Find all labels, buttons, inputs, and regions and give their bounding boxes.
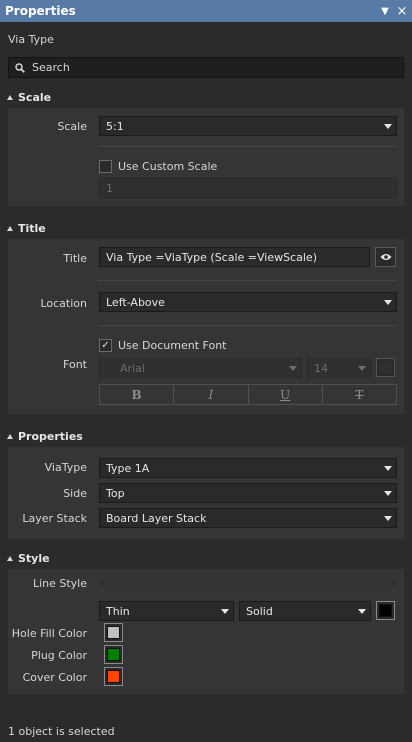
font-family-value: Arial bbox=[120, 361, 145, 375]
plug-color-label: Plug Color bbox=[31, 649, 87, 662]
section-properties-title: Properties bbox=[18, 430, 83, 443]
chevron-down-icon bbox=[221, 608, 229, 614]
strikethrough-button[interactable]: T bbox=[323, 385, 396, 404]
object-type-label: Via Type bbox=[8, 33, 54, 46]
chevron-down-icon bbox=[384, 465, 392, 471]
scale-select-value: 5:1 bbox=[106, 119, 124, 133]
search-icon bbox=[15, 62, 25, 73]
line-weight-value: Thin bbox=[106, 604, 130, 618]
underline-button[interactable]: U bbox=[249, 385, 323, 404]
location-select[interactable]: Left-Above bbox=[99, 292, 397, 312]
viatype-select[interactable]: Type 1A bbox=[99, 458, 397, 478]
section-style-header[interactable]: Style bbox=[7, 552, 50, 565]
section-scale-title: Scale bbox=[18, 91, 52, 104]
font-family-select[interactable]: Arial bbox=[99, 358, 302, 378]
checkbox-checked-icon: ✓ bbox=[99, 339, 112, 352]
section-scale-header[interactable]: Scale bbox=[7, 91, 51, 104]
line-weight-select[interactable]: Thin bbox=[99, 601, 234, 621]
line-color-swatch[interactable] bbox=[376, 601, 395, 620]
custom-scale-value: 1 bbox=[106, 181, 113, 195]
pin-icon[interactable]: ▼ bbox=[378, 6, 392, 17]
use-custom-scale-label: Use Custom Scale bbox=[118, 160, 218, 173]
eye-icon bbox=[380, 254, 391, 260]
divider bbox=[98, 325, 396, 326]
chevron-down-icon bbox=[358, 365, 366, 371]
divider bbox=[98, 146, 396, 147]
side-select-value: Top bbox=[106, 486, 125, 500]
layer-stack-select-value: Board Layer Stack bbox=[106, 511, 207, 525]
plug-color-fill bbox=[107, 648, 120, 661]
viatype-label: ViaType bbox=[44, 461, 87, 474]
viatype-select-value: Type 1A bbox=[106, 461, 150, 475]
close-icon[interactable]: × bbox=[392, 4, 412, 19]
line-type-select[interactable]: Solid bbox=[239, 601, 371, 621]
title-label: Title bbox=[63, 252, 87, 265]
panel-title: Properties bbox=[5, 4, 76, 18]
font-size-value: 14 bbox=[314, 361, 328, 375]
use-custom-scale-checkbox[interactable]: Use Custom Scale bbox=[99, 160, 217, 173]
chevron-down-icon bbox=[289, 365, 297, 371]
line-color-fill bbox=[379, 604, 392, 617]
hole-fill-color-fill bbox=[107, 626, 120, 639]
status-bar-text: 1 object is selected bbox=[8, 725, 115, 738]
italic-button[interactable]: I bbox=[174, 385, 249, 404]
line-style-label: Line Style bbox=[32, 577, 87, 590]
chevron-down-icon bbox=[384, 123, 392, 129]
title-visibility-button[interactable] bbox=[375, 247, 396, 267]
section-title-header[interactable]: Title bbox=[7, 222, 46, 235]
cover-color-swatch[interactable] bbox=[104, 667, 123, 686]
layer-stack-label: Layer Stack bbox=[22, 512, 87, 525]
cover-color-fill bbox=[107, 670, 120, 683]
font-style-toolbar: B I U T bbox=[99, 384, 397, 405]
search-input[interactable]: Search bbox=[8, 57, 404, 78]
chevron-down-icon bbox=[384, 515, 392, 521]
title-input[interactable]: Via Type =ViaType (Scale =ViewScale) bbox=[99, 247, 370, 267]
font-color-swatch[interactable] bbox=[376, 358, 395, 377]
collapse-icon bbox=[7, 434, 13, 439]
collapse-icon bbox=[7, 556, 13, 561]
side-label: Side bbox=[63, 487, 87, 500]
section-title-title: Title bbox=[18, 222, 46, 235]
plug-color-swatch[interactable] bbox=[104, 645, 123, 664]
cover-color-label: Cover Color bbox=[22, 671, 87, 684]
chevron-down-icon bbox=[358, 608, 366, 614]
use-document-font-label: Use Document Font bbox=[118, 339, 227, 352]
font-color-fill bbox=[379, 361, 392, 374]
use-document-font-checkbox[interactable]: ✓ Use Document Font bbox=[99, 339, 226, 352]
side-select[interactable]: Top bbox=[99, 483, 397, 503]
line-style-preview bbox=[99, 578, 397, 586]
hole-fill-color-label: Hole Fill Color bbox=[11, 627, 87, 640]
checkbox-box bbox=[99, 160, 112, 173]
location-label: Location bbox=[40, 297, 87, 310]
search-placeholder: Search bbox=[32, 61, 70, 74]
scale-label: Scale bbox=[57, 120, 87, 133]
layer-stack-select[interactable]: Board Layer Stack bbox=[99, 508, 397, 528]
chevron-down-icon bbox=[384, 490, 392, 496]
location-select-value: Left-Above bbox=[106, 295, 165, 309]
font-size-select[interactable]: 14 bbox=[307, 358, 371, 378]
divider bbox=[98, 280, 396, 281]
section-properties-header[interactable]: Properties bbox=[7, 430, 83, 443]
collapse-icon bbox=[7, 226, 13, 231]
panel-titlebar: Properties ▼ × bbox=[0, 0, 412, 22]
scale-select[interactable]: 5:1 bbox=[99, 116, 397, 136]
section-style-title: Style bbox=[18, 552, 50, 565]
collapse-icon bbox=[7, 95, 13, 100]
custom-scale-input[interactable]: 1 bbox=[99, 178, 397, 198]
title-input-value: Via Type =ViaType (Scale =ViewScale) bbox=[106, 250, 317, 264]
bold-button[interactable]: B bbox=[100, 385, 175, 404]
hole-fill-color-swatch[interactable] bbox=[104, 623, 123, 642]
font-label: Font bbox=[63, 358, 87, 371]
chevron-down-icon bbox=[384, 299, 392, 305]
line-type-value: Solid bbox=[246, 604, 273, 618]
